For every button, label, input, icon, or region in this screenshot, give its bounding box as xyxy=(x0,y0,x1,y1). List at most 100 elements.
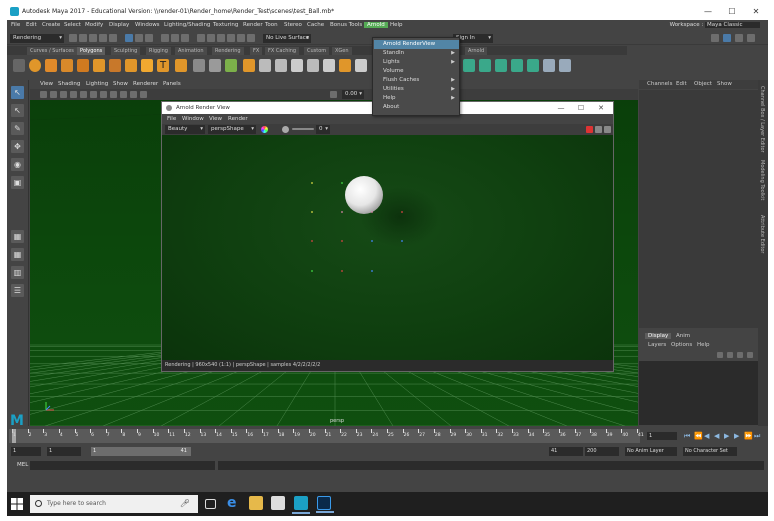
textured-icon[interactable] xyxy=(120,91,127,98)
rotate-tool-icon[interactable]: ◉ xyxy=(11,158,24,171)
poly-plane-icon[interactable] xyxy=(109,59,121,72)
step-back-key-icon[interactable]: ⏪ xyxy=(694,432,703,440)
side-tab-attribute-editor[interactable]: Attribute Editor xyxy=(759,215,765,253)
snap-curve-icon[interactable] xyxy=(207,34,215,42)
bridge-icon[interactable] xyxy=(259,59,271,72)
uv-editor-icon[interactable] xyxy=(355,59,367,72)
grid-toggle-icon[interactable] xyxy=(70,91,77,98)
menu-item-utilities[interactable]: Utilities ▶ xyxy=(374,85,459,94)
combine-icon[interactable] xyxy=(193,59,205,72)
select-tool-icon[interactable]: ↖ xyxy=(11,86,24,99)
panel-menu-shading[interactable]: Shading xyxy=(58,81,80,87)
panel-menu-show[interactable]: Show xyxy=(113,81,128,87)
attribute-editor-toggle-icon[interactable] xyxy=(735,34,743,42)
file-explorer-icon[interactable] xyxy=(249,496,263,510)
menu-windows[interactable]: Windows xyxy=(135,22,160,28)
shelf-tab-sculpting[interactable]: Sculpting xyxy=(111,47,141,55)
film-gate-icon[interactable] xyxy=(80,91,87,98)
cb-menu-object[interactable]: Object xyxy=(694,81,712,87)
poly-disc-icon[interactable] xyxy=(125,59,137,72)
wireframe-icon[interactable] xyxy=(100,91,107,98)
shelf-tab-rigging[interactable]: Rigging xyxy=(146,47,171,55)
current-time-indicator[interactable] xyxy=(12,429,16,443)
step-forward-key-icon[interactable]: ⏩ xyxy=(744,432,753,440)
channel-box-area[interactable] xyxy=(639,90,758,328)
poly-text-icon[interactable]: T xyxy=(157,59,169,72)
extrude-icon[interactable] xyxy=(275,59,287,72)
quad-draw-icon[interactable] xyxy=(323,59,335,72)
single-pane-layout-icon[interactable]: ▦ xyxy=(11,230,24,243)
live-surface-field[interactable]: No Live Surface xyxy=(263,34,311,43)
cb-menu-show[interactable]: Show xyxy=(717,81,732,87)
shelf-settings-icon[interactable] xyxy=(13,59,25,72)
tool-settings-toggle-icon[interactable] xyxy=(747,34,755,42)
go-to-end-icon[interactable]: ⏭ xyxy=(754,432,760,440)
arnold-area-light-icon[interactable] xyxy=(495,59,507,72)
resolution-gate-icon[interactable] xyxy=(90,91,97,98)
menu-item-arnold-renderview[interactable]: Arnold RenderView xyxy=(374,40,459,49)
edge-browser-icon[interactable]: e xyxy=(227,496,241,510)
rv-menu-window[interactable]: Window xyxy=(182,116,204,122)
new-layer-selected-icon[interactable] xyxy=(747,352,753,358)
save-scene-icon[interactable] xyxy=(89,34,97,42)
menu-cache[interactable]: Cache xyxy=(307,22,324,28)
microphone-icon[interactable]: 🎤︎ xyxy=(180,495,190,513)
settings-gear-icon[interactable] xyxy=(604,126,611,133)
windows-start-icon[interactable] xyxy=(11,498,23,510)
playback-start-field[interactable]: 1 xyxy=(47,447,81,456)
menu-edit[interactable]: Edit xyxy=(26,22,37,28)
render-image[interactable] xyxy=(162,135,613,360)
mask-icon[interactable] xyxy=(161,34,169,42)
rv-menu-view[interactable]: View xyxy=(209,116,222,122)
step-back-frame-icon[interactable]: ◀ xyxy=(704,432,709,440)
mask-icon[interactable] xyxy=(171,34,179,42)
arnold-mesh-light-icon[interactable] xyxy=(511,59,523,72)
time-ruler[interactable]: 1234567891011121314151617181920212223242… xyxy=(9,429,644,443)
arnold-standin-icon[interactable] xyxy=(543,59,555,72)
menu-stereo[interactable]: Stereo xyxy=(284,22,302,28)
poly-torus-icon[interactable] xyxy=(93,59,105,72)
undo-icon[interactable] xyxy=(99,34,107,42)
menu-item-flush-caches[interactable]: Flush Caches ▶ xyxy=(374,76,459,85)
menu-item-about[interactable]: About xyxy=(374,103,459,112)
exposure-icon[interactable] xyxy=(330,91,337,98)
menu-display[interactable]: Display xyxy=(109,22,129,28)
render-settings-icon[interactable] xyxy=(711,34,719,42)
select-component-icon[interactable] xyxy=(145,34,153,42)
shelf-tab-polygons[interactable]: Polygons xyxy=(77,47,106,55)
playback-end-field[interactable]: 41 xyxy=(549,447,583,456)
open-scene-icon[interactable] xyxy=(79,34,87,42)
move-layer-up-icon[interactable] xyxy=(717,352,723,358)
poly-cube-icon[interactable] xyxy=(45,59,57,72)
select-object-icon[interactable] xyxy=(135,34,143,42)
shadows-icon[interactable] xyxy=(140,91,147,98)
exposure-slider[interactable] xyxy=(292,128,314,130)
command-input[interactable] xyxy=(30,461,215,470)
layer-tab-anim[interactable]: Anim xyxy=(673,333,693,339)
target-weld-icon[interactable] xyxy=(307,59,319,72)
channel-box-toggle-icon[interactable] xyxy=(723,34,731,42)
panel-menu-panels[interactable]: Panels xyxy=(163,81,181,87)
lasso-tool-icon[interactable]: ↖ xyxy=(11,104,24,117)
workspace-dropdown[interactable]: Maya Classic xyxy=(705,22,760,28)
current-frame-field[interactable]: 1 xyxy=(647,432,677,440)
shelf-tab-custom[interactable]: Custom xyxy=(304,47,330,55)
workspace-selector[interactable]: Workspace : Maya Classic xyxy=(670,22,760,28)
image-plane-icon[interactable] xyxy=(60,91,67,98)
menuset-dropdown[interactable]: Rendering xyxy=(10,34,64,43)
shelf-tab-xgen[interactable]: XGen xyxy=(332,47,352,55)
poly-cylinder-icon[interactable] xyxy=(61,59,73,72)
minimize-button[interactable]: — xyxy=(697,6,719,18)
menu-create[interactable]: Create xyxy=(42,22,60,28)
layer-menu-layers[interactable]: Layers xyxy=(648,342,666,348)
aov-dropdown[interactable]: Beauty xyxy=(165,125,205,134)
ipr-icon[interactable] xyxy=(595,126,602,133)
shelf-tab-curves-surfaces[interactable]: Curves / Surfaces xyxy=(27,47,77,55)
play-backwards-icon[interactable]: ◀ xyxy=(714,432,719,440)
menu-texturing[interactable]: Texturing xyxy=(213,22,238,28)
camera-dropdown[interactable]: perspShape xyxy=(208,125,256,134)
go-to-start-icon[interactable]: ⏮ xyxy=(684,432,690,440)
snap-surface-icon[interactable] xyxy=(237,34,245,42)
panel-menu-renderer[interactable]: Renderer xyxy=(133,81,158,87)
bevel-icon[interactable] xyxy=(243,59,255,72)
